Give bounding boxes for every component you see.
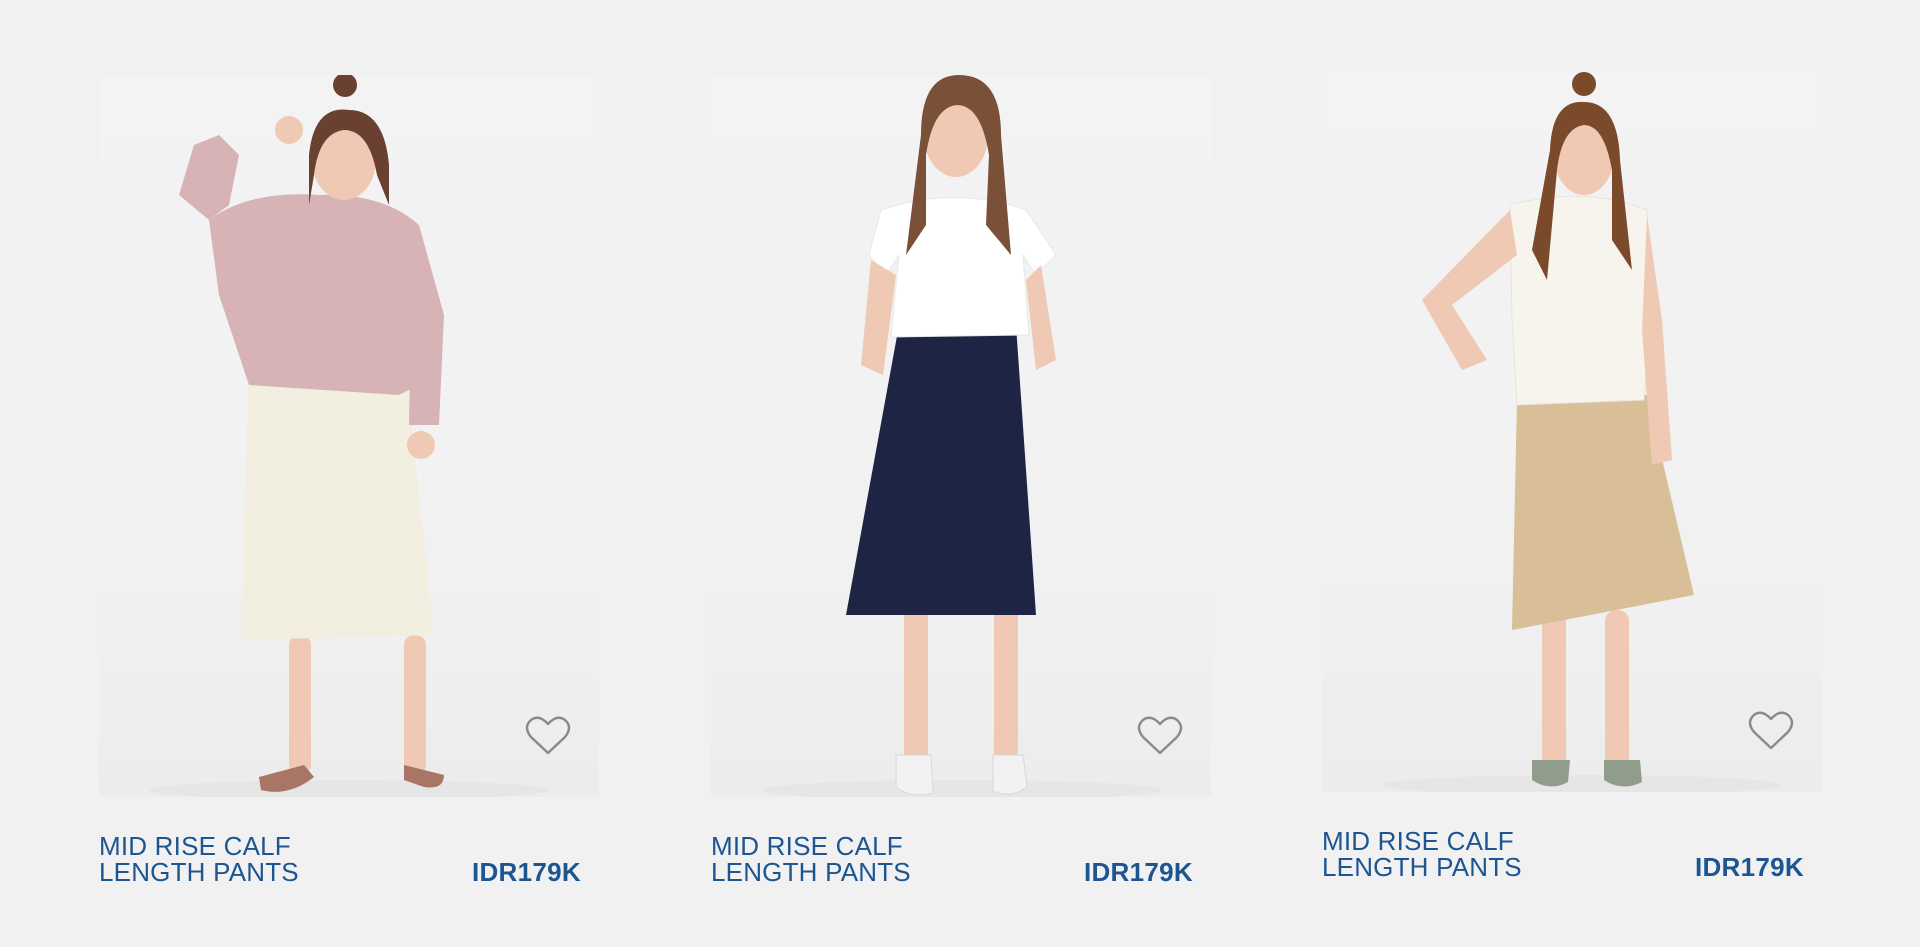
- product-image[interactable]: [711, 75, 1211, 797]
- heart-outline-icon[interactable]: [1137, 715, 1183, 757]
- product-image[interactable]: [1322, 70, 1822, 792]
- product-grid: MID RISE CALF LENGTH PANTS IDR179K MID R…: [0, 0, 1920, 947]
- model-photo-pink-sweater-cream-culottes: [149, 75, 549, 797]
- model-photo-white-top-beige-culottes: [1382, 72, 1782, 792]
- product-price: IDR179K: [1083, 857, 1193, 887]
- product-title[interactable]: MID RISE CALF LENGTH PANTS: [99, 833, 359, 885]
- product-info: MID RISE CALF LENGTH PANTS IDR179K: [99, 833, 599, 893]
- product-info: MID RISE CALF LENGTH PANTS IDR179K: [711, 833, 1211, 893]
- product-title[interactable]: MID RISE CALF LENGTH PANTS: [1322, 828, 1582, 880]
- product-card[interactable]: MID RISE CALF LENGTH PANTS IDR179K: [99, 75, 599, 893]
- product-card[interactable]: MID RISE CALF LENGTH PANTS IDR179K: [711, 75, 1211, 893]
- product-price: IDR179K: [471, 857, 581, 887]
- product-image[interactable]: [99, 75, 599, 797]
- product-price: IDR179K: [1694, 852, 1804, 882]
- product-card[interactable]: MID RISE CALF LENGTH PANTS IDR179K: [1322, 70, 1822, 888]
- heart-outline-icon[interactable]: [1748, 710, 1794, 752]
- product-info: MID RISE CALF LENGTH PANTS IDR179K: [1322, 828, 1822, 888]
- model-photo-white-tee-navy-culottes: [761, 75, 1161, 797]
- product-title[interactable]: MID RISE CALF LENGTH PANTS: [711, 833, 971, 885]
- heart-outline-icon[interactable]: [525, 715, 571, 757]
